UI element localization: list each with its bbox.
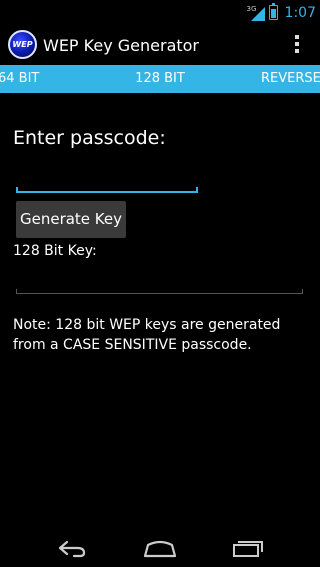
app-logo-text: WEP bbox=[12, 40, 33, 49]
key-field-right-edge bbox=[302, 289, 303, 294]
battery-icon bbox=[268, 3, 278, 20]
status-icons: 3G 1:07 bbox=[246, 3, 316, 22]
status-bar: 3G 1:07 bbox=[0, 0, 320, 25]
back-icon[interactable] bbox=[52, 536, 92, 560]
action-bar: WEP WEP Key Generator bbox=[0, 25, 320, 65]
passcode-input-left-edge bbox=[16, 187, 18, 193]
passcode-label: Enter passcode: bbox=[13, 127, 166, 149]
app-title: WEP Key Generator bbox=[43, 36, 200, 55]
navigation-bar bbox=[0, 528, 320, 567]
key-output-field[interactable] bbox=[16, 273, 303, 294]
case-sensitivity-note: Note: 128 bit WEP keys are generated fro… bbox=[13, 317, 281, 353]
passcode-input[interactable] bbox=[16, 171, 198, 193]
passcode-input-right-edge bbox=[196, 187, 198, 193]
key-label: 128 Bit Key: bbox=[13, 243, 97, 259]
recent-apps-icon[interactable] bbox=[228, 536, 268, 560]
tab-strip: 64 BIT 128 BIT REVERSE bbox=[0, 65, 320, 93]
overflow-menu-icon[interactable] bbox=[294, 35, 300, 55]
status-clock: 1:07 bbox=[284, 4, 316, 21]
generate-key-button[interactable]: Generate Key bbox=[16, 201, 126, 238]
main-content: Enter passcode: Generate Key 128 Bit Key… bbox=[0, 93, 320, 528]
key-field-left-edge bbox=[16, 289, 17, 294]
signal-icon: 3G bbox=[246, 4, 265, 21]
network-type-label: 3G bbox=[246, 4, 257, 13]
app-logo-icon[interactable]: WEP bbox=[8, 30, 37, 59]
tab-reverse[interactable]: REVERSE bbox=[261, 71, 320, 86]
home-icon[interactable] bbox=[140, 536, 180, 560]
